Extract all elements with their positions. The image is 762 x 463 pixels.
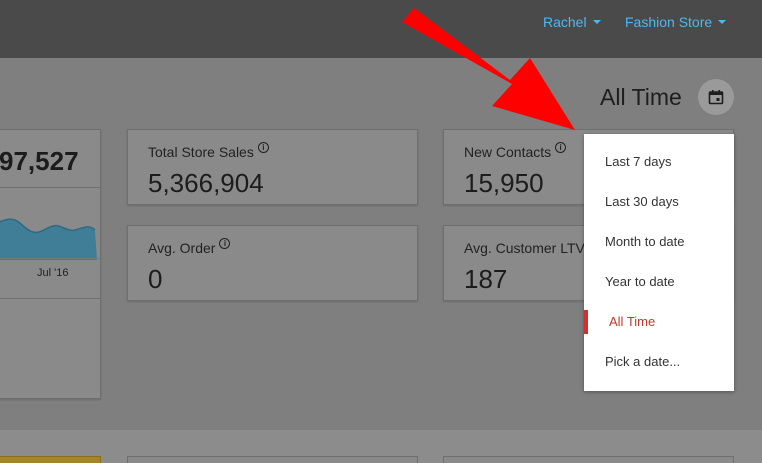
annotation-arrow-icon (402, 8, 575, 130)
